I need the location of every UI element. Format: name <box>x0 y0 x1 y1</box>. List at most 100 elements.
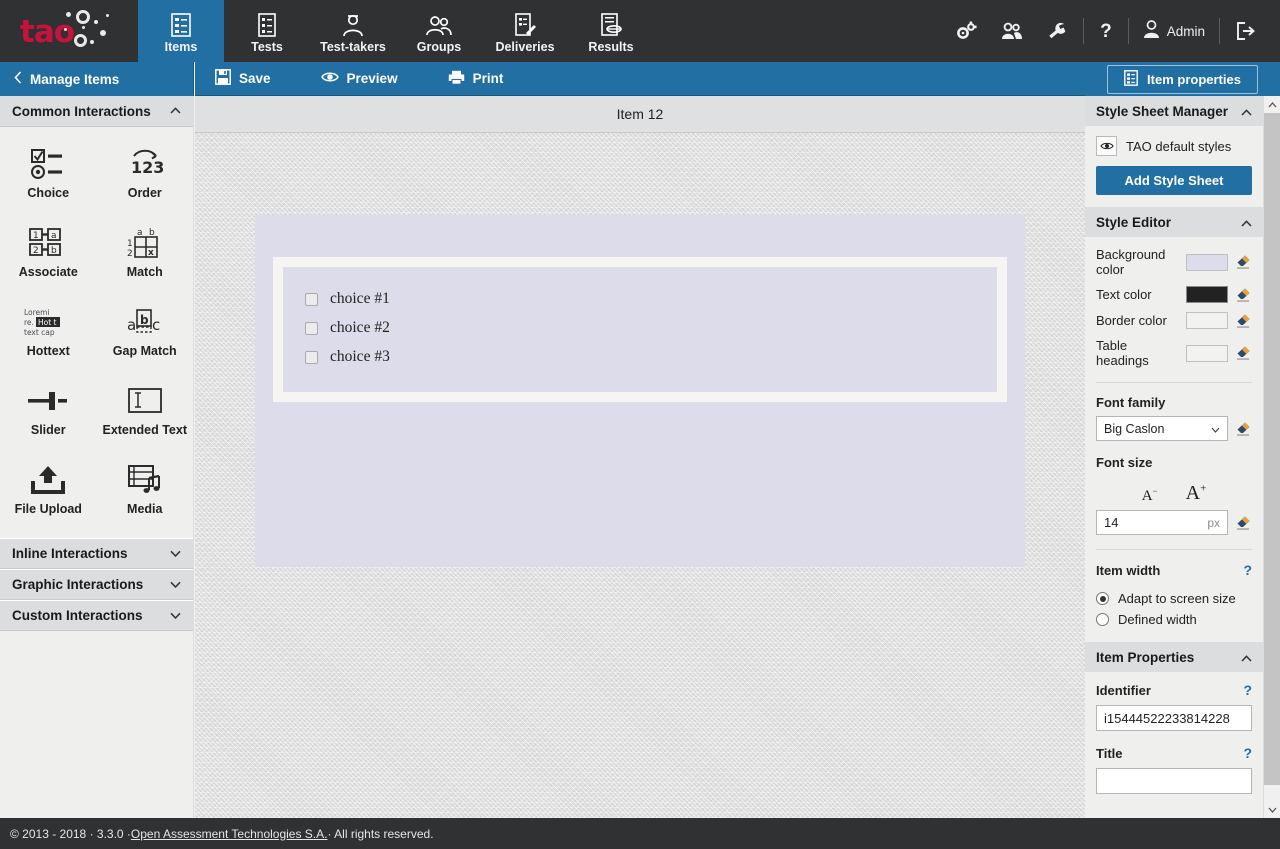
choice-option[interactable]: choice #1 <box>305 285 975 314</box>
chevron-down-icon <box>170 610 181 622</box>
back-to-manage-items-button[interactable]: Manage Items <box>0 62 194 96</box>
svg-text:re.: re. <box>24 318 34 327</box>
help-question-icon[interactable]: ? <box>1243 745 1252 761</box>
help-question-icon[interactable]: ? <box>1243 682 1252 698</box>
background-color-swatch[interactable] <box>1186 254 1228 271</box>
associate-icon: 1a2b <box>28 226 68 260</box>
tool-match[interactable]: ab12x Match <box>97 218 194 287</box>
checkbox-icon[interactable] <box>305 351 318 364</box>
tool-choice[interactable]: Choice <box>0 139 97 208</box>
eraser-icon[interactable] <box>1236 287 1252 303</box>
identifier-header: Identifier ? <box>1096 682 1252 698</box>
settings-gears-icon[interactable] <box>943 21 989 41</box>
add-style-sheet-button[interactable]: Add Style Sheet <box>1096 166 1252 195</box>
tool-file-upload[interactable]: File Upload <box>0 455 97 524</box>
tool-order[interactable]: 123 Order <box>97 139 194 208</box>
media-film-note-icon <box>126 463 164 497</box>
checkbox-icon[interactable] <box>305 293 318 306</box>
eraser-icon[interactable] <box>1236 421 1252 437</box>
choice-interaction[interactable]: choice #1 choice #2 choice #3 <box>273 257 1007 402</box>
section-graphic-interactions[interactable]: Graphic Interactions <box>0 569 193 600</box>
logout-icon[interactable] <box>1224 21 1268 41</box>
preview-button[interactable]: Preview <box>317 70 416 87</box>
identifier-input[interactable]: i15444522233814228 <box>1096 705 1252 731</box>
scroll-up-icon[interactable] <box>1264 96 1280 113</box>
field-label: Border color <box>1096 313 1178 328</box>
help-question-icon[interactable]: ? <box>1243 562 1252 578</box>
table-headings-swatch[interactable] <box>1186 345 1228 362</box>
title-label: Title <box>1096 746 1123 761</box>
tao-logo-text: tao <box>20 14 74 50</box>
tool-gap-match[interactable]: abc Gap Match <box>97 297 194 366</box>
printer-icon <box>448 70 465 88</box>
tool-hottext[interactable]: Loremire.Hot ttext cap Hottext <box>0 297 97 366</box>
text-color-swatch[interactable] <box>1186 286 1228 303</box>
font-family-select[interactable]: Big Caslon <box>1096 416 1228 441</box>
font-size-input[interactable]: 14 px <box>1096 510 1228 535</box>
tool-label: Match <box>127 265 163 279</box>
item-canvas[interactable]: choice #1 choice #2 choice #3 <box>195 133 1085 818</box>
properties-scrollbar[interactable] <box>1263 96 1280 818</box>
style-sheet-manager-body: TAO default styles Add Style Sheet <box>1085 126 1263 207</box>
font-increase-icon[interactable]: A+ <box>1186 482 1207 505</box>
save-button[interactable]: Save <box>211 69 289 88</box>
section-style-sheet-manager[interactable]: Style Sheet Manager <box>1085 96 1263 126</box>
eraser-icon[interactable] <box>1236 345 1252 361</box>
border-color-swatch[interactable] <box>1186 312 1228 329</box>
eraser-icon[interactable] <box>1236 515 1252 531</box>
radio-icon[interactable] <box>1096 592 1109 605</box>
nav-item-deliveries[interactable]: Deliveries <box>482 0 568 62</box>
section-inline-interactions[interactable]: Inline Interactions <box>0 538 193 569</box>
copyright-suffix: · All rights reserved. <box>327 827 433 841</box>
section-custom-interactions[interactable]: Custom Interactions <box>0 600 193 631</box>
nav-item-items[interactable]: Items <box>138 0 224 62</box>
chevron-up-icon <box>1241 215 1252 230</box>
items-list-icon <box>170 11 192 37</box>
eraser-icon[interactable] <box>1236 254 1252 270</box>
eye-icon[interactable] <box>1096 136 1117 156</box>
item-properties-button[interactable]: Item properties <box>1107 65 1258 94</box>
tool-slider[interactable]: Slider <box>0 376 97 445</box>
radio-icon[interactable] <box>1096 613 1109 626</box>
title-input[interactable] <box>1096 768 1252 794</box>
section-common-interactions[interactable]: Common Interactions <box>0 96 193 127</box>
hottext-icon: Loremire.Hot ttext cap <box>22 305 74 339</box>
user-menu[interactable]: Admin <box>1133 20 1215 42</box>
nav-item-tests[interactable]: Tests <box>224 0 310 62</box>
help-question-icon[interactable]: ? <box>1088 22 1124 41</box>
interaction-tools-grid: Choice 123 Order 1a2b Associate ab12x Ma… <box>0 127 193 538</box>
tool-media[interactable]: Media <box>97 455 194 524</box>
font-decrease-icon[interactable]: A− <box>1142 486 1158 505</box>
checkbox-icon[interactable] <box>305 322 318 335</box>
item-body[interactable]: choice #1 choice #2 choice #3 <box>255 215 1025 567</box>
svg-text:a: a <box>51 231 57 241</box>
scroll-down-icon[interactable] <box>1264 801 1280 818</box>
logo-dot-6 <box>82 26 85 29</box>
print-button[interactable]: Print <box>444 70 522 88</box>
choice-label: choice #1 <box>330 290 390 308</box>
table-headings-color-row: Table headings <box>1096 338 1252 368</box>
section-style-editor[interactable]: Style Editor <box>1085 207 1263 237</box>
scrollbar-thumb[interactable] <box>1264 113 1280 785</box>
section-title: Style Sheet Manager <box>1096 104 1228 119</box>
font-family-value: Big Caslon <box>1104 422 1164 436</box>
radio-defined-width[interactable]: Defined width <box>1096 609 1252 630</box>
order-123-icon: 123 <box>127 147 163 181</box>
radio-adapt-to-screen-size[interactable]: Adapt to screen size <box>1096 588 1252 609</box>
users-icon[interactable] <box>989 21 1035 41</box>
tool-extended-text[interactable]: Extended Text <box>97 376 194 445</box>
choice-option[interactable]: choice #2 <box>305 314 975 343</box>
top-right-actions: ? Admin <box>943 0 1280 62</box>
nav-item-test-takers[interactable]: Test-takers <box>310 0 396 62</box>
eraser-icon[interactable] <box>1236 313 1252 329</box>
font-size-unit: px <box>1207 516 1220 530</box>
nav-item-results[interactable]: Results <box>568 0 654 62</box>
tool-associate[interactable]: 1a2b Associate <box>0 218 97 287</box>
company-link[interactable]: Open Assessment Technologies S.A. <box>131 827 328 841</box>
wrench-icon[interactable] <box>1035 21 1079 41</box>
section-item-properties[interactable]: Item Properties <box>1085 642 1263 672</box>
choice-option[interactable]: choice #3 <box>305 343 975 372</box>
tao-logo[interactable]: tao <box>0 0 138 62</box>
tool-label: Slider <box>31 423 66 437</box>
nav-item-groups[interactable]: Groups <box>396 0 482 62</box>
